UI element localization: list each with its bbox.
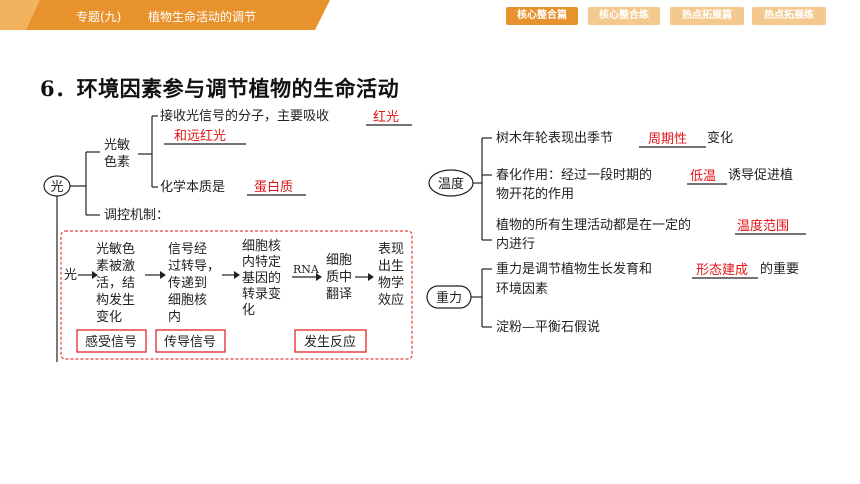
temp-item2-answer: 低温	[690, 169, 716, 184]
svg-text:内特定: 内特定	[242, 254, 281, 270]
label-sense: 感受信号	[85, 334, 137, 350]
svg-text:翻译: 翻译	[326, 287, 352, 302]
light-root: 光	[50, 180, 63, 195]
flow-start: 光	[64, 268, 77, 283]
svg-text:转录变: 转录变	[242, 286, 281, 302]
temp-item1-text: 树木年轮表现出季节	[496, 131, 613, 146]
svg-text:活，结: 活，结	[96, 276, 135, 291]
svg-text:内: 内	[168, 309, 181, 325]
absorb-answer-2: 和远红光	[174, 128, 226, 144]
svg-text:细胞核: 细胞核	[242, 239, 281, 254]
svg-text:细胞核: 细胞核	[168, 293, 207, 308]
svg-text:表现: 表现	[378, 242, 404, 257]
gravity-item2-text: 淀粉—平衡石假说	[496, 320, 600, 335]
gravity-item1-text: 重力是调节植物生长发育和	[496, 261, 652, 277]
temp-item1-answer: 周期性	[648, 132, 687, 147]
absorb-answer-1: 红光	[373, 109, 399, 125]
pigment-line2: 色素	[104, 154, 130, 170]
svg-text:信号经: 信号经	[168, 242, 207, 257]
pigment-line1: 光敏	[104, 138, 130, 153]
label-respond: 发生反应	[304, 334, 356, 350]
svg-text:传递到: 传递到	[168, 276, 207, 291]
svg-text:细胞: 细胞	[326, 253, 352, 268]
concept-map: 光 光敏 色素 接收光信号的分子，主要吸收 红光 和远红光 化学本质是 蛋白质 …	[43, 108, 806, 362]
svg-text:构发生: 构发生	[96, 292, 135, 308]
temp-item3-line2: 内进行	[496, 236, 535, 252]
svg-text:素被激: 素被激	[96, 259, 135, 274]
svg-text:基因的: 基因的	[242, 270, 281, 286]
svg-text:光敏色: 光敏色	[96, 241, 135, 257]
nature-answer: 蛋白质	[254, 179, 293, 195]
temp-item2-line2: 物开花的作用	[496, 186, 574, 202]
step2-text: 信号经 过转导， 传递到 细胞核 内	[168, 242, 220, 325]
temp-item3-text: 植物的所有生理活动都是在一定的	[496, 217, 691, 233]
temp-item1-suffix: 变化	[707, 130, 733, 146]
nature-text: 化学本质是	[160, 179, 225, 195]
svg-text:化: 化	[242, 303, 255, 318]
absorb-text: 接收光信号的分子，主要吸收	[160, 108, 329, 124]
step1-text: 光敏色 素被激 活，结 构发生 变化	[96, 241, 135, 325]
svg-text:出生: 出生	[378, 259, 404, 274]
temp-item2-text: 春化作用：经过一段时期的	[496, 167, 652, 183]
svg-text:质中: 质中	[326, 270, 352, 285]
step4-text: 细胞 质中 翻译	[326, 253, 352, 302]
step3-text: 细胞核 内特定 基因的 转录变 化	[242, 239, 281, 318]
mechanism-label: 调控机制：	[104, 208, 169, 223]
step5-text: 表现 出生 物学 效应	[378, 242, 404, 308]
svg-text:效应: 效应	[378, 292, 404, 308]
temperature-root: 温度	[438, 176, 464, 192]
temp-item2-suffix: 诱导促进植	[728, 168, 793, 183]
rna-label: RNA	[293, 263, 320, 276]
svg-text:变化: 变化	[96, 309, 122, 325]
svg-text:物学: 物学	[378, 275, 404, 291]
gravity-item1-suffix: 的重要	[760, 261, 799, 277]
svg-text:过转导，: 过转导，	[168, 259, 220, 274]
temp-item3-answer: 温度范围	[737, 218, 789, 234]
gravity-root: 重力	[436, 290, 462, 306]
slide: 专题(九) 植物生命活动的调节 核心整合篇 核心整合练 热点拓展篇 热点拓展练 …	[0, 0, 860, 484]
label-transduce: 传导信号	[164, 335, 216, 350]
gravity-item1-line2: 环境因素	[496, 282, 548, 297]
gravity-item1-answer: 形态建成	[696, 263, 748, 278]
